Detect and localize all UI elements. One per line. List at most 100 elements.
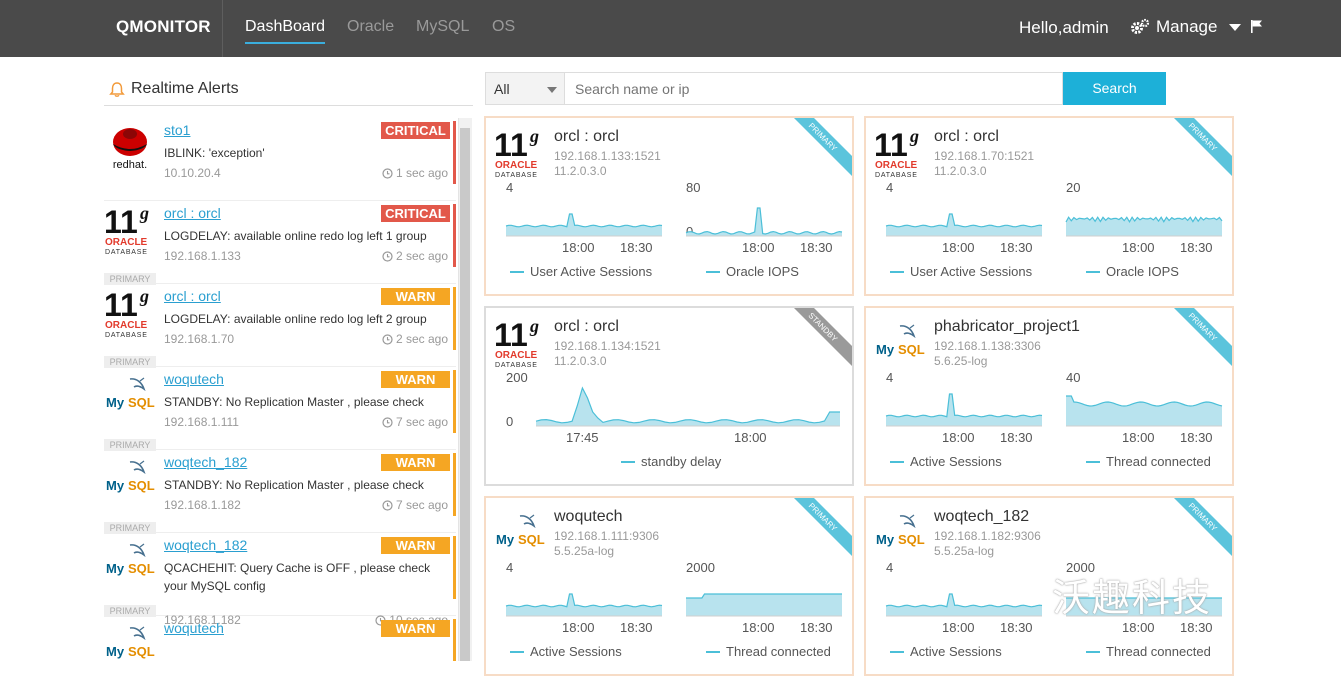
instance-card[interactable]: 11 g ORACLE DATABASE orcl : orcl 192.168… <box>484 116 854 296</box>
redhat-logo: redhat. <box>113 128 147 171</box>
alert-time: 7 sec ago <box>382 415 448 429</box>
alert-item[interactable]: 11 g ORACLE DATABASE PRIMARY orcl : orcl… <box>104 201 456 285</box>
alert-text: available online redo log left 2 group <box>230 312 427 326</box>
svg-text:SQL: SQL <box>518 532 545 547</box>
x-axis-tick: 18:00 <box>562 240 595 255</box>
alert-instance-link[interactable]: woqtech_182 <box>164 537 247 553</box>
alert-time-text: 2 sec ago <box>395 332 448 346</box>
y-axis-max: 2000 <box>686 560 715 575</box>
legend-swatch <box>510 270 524 273</box>
alert-ip: 10.10.20.4 <box>164 166 221 180</box>
mysql-logo: My SQL <box>106 626 155 659</box>
svg-text:ORACLE: ORACLE <box>105 237 148 248</box>
y-axis-max: 40 <box>1066 370 1081 385</box>
chart-legend: User Active Sessions <box>510 264 652 279</box>
x-axis-tick: 17:45 <box>566 430 599 445</box>
search-input[interactable] <box>565 72 1063 105</box>
series-line <box>885 213 1043 228</box>
severity-bar <box>453 370 456 433</box>
alert-instance-link[interactable]: woqutech <box>164 371 224 387</box>
svg-text:SQL: SQL <box>128 478 155 493</box>
alert-item[interactable]: My SQL PRIMARY woqtech_182 WARN QCACHEHI… <box>104 533 456 627</box>
role-ribbon: PRIMARY <box>794 118 852 176</box>
alert-code: STANDBY: <box>164 395 223 409</box>
user-greeting: Hello,admin <box>1019 18 1109 37</box>
tab-mysql[interactable]: MySQL <box>416 18 469 36</box>
ribbon-label: PRIMARY <box>807 501 840 534</box>
alert-logo: redhat. <box>104 120 156 184</box>
metric-chart[interactable]: 4 0 18:0018:30Active Sessions <box>876 370 1043 480</box>
legend-label: User Active Sessions <box>910 264 1033 279</box>
clock-icon <box>382 250 393 262</box>
severity-badge: CRITICAL <box>381 205 450 222</box>
metric-chart[interactable]: 4 0 18:0018:30User Active Sessions <box>876 180 1043 290</box>
clock-icon <box>382 499 393 511</box>
alert-item[interactable]: 11 g ORACLE DATABASE PRIMARY orcl : orcl… <box>104 284 456 368</box>
chevron-down-icon <box>1229 23 1242 31</box>
metric-chart[interactable]: 4 0 18:0018:30Active Sessions <box>876 560 1043 670</box>
legend-swatch <box>510 650 524 653</box>
series-line <box>885 593 1043 608</box>
ribbon-label: PRIMARY <box>1187 501 1220 534</box>
metric-chart[interactable]: 40 0 18:0018:30Thread connected <box>1056 370 1223 480</box>
ribbon-band <box>1174 308 1232 366</box>
alert-message: LOGDELAY: available online redo log left… <box>164 310 439 328</box>
svg-text:SQL: SQL <box>128 395 155 410</box>
alert-item[interactable]: My SQL woqutech WARN <box>104 616 456 661</box>
metric-chart[interactable]: 2000 0 18:0018:30Thread connected <box>676 560 842 670</box>
svg-text:ORACLE: ORACLE <box>495 350 538 361</box>
role-ribbon: PRIMARY <box>794 498 852 556</box>
tab-dashboard[interactable]: DashBoard <box>245 18 325 36</box>
svg-text:DATABASE: DATABASE <box>875 172 918 178</box>
metric-chart[interactable]: 200 0 17:4518:0018:15standby delay <box>496 370 840 480</box>
alert-item[interactable]: My SQL PRIMARY woqutech WARN STANDBY: No… <box>104 367 456 451</box>
alert-ip: 192.168.1.133 <box>164 249 241 263</box>
tab-oracle[interactable]: Oracle <box>347 18 394 36</box>
ribbon-band <box>794 308 852 366</box>
scrollbar-thumb[interactable] <box>460 128 470 661</box>
alert-item[interactable]: redhat. sto1 CRITICAL IBLINK: 'exception… <box>104 118 456 201</box>
search-button[interactable]: Search <box>1063 72 1166 105</box>
alert-code: IBLINK: <box>164 146 206 160</box>
alert-time: 2 sec ago <box>382 249 448 263</box>
alert-time: 7 sec ago <box>382 498 448 512</box>
sparkline <box>685 207 843 237</box>
metric-chart[interactable]: 4 0 18:0018:30User Active Sessions <box>496 180 663 290</box>
alert-text: available online redo log left 1 group <box>230 229 427 243</box>
alert-ip: 192.168.1.111 <box>164 415 239 429</box>
alert-item[interactable]: My SQL PRIMARY woqtech_182 WARN STANDBY:… <box>104 450 456 534</box>
brand-logo[interactable]: QMONITOR <box>116 17 211 37</box>
type-filter-select[interactable]: All <box>485 72 565 105</box>
manage-menu[interactable]: Manage <box>1130 17 1242 37</box>
y-axis-min: 0 <box>506 414 514 429</box>
metric-chart[interactable]: 4 0 18:0018:30Active Sessions <box>496 560 663 670</box>
instance-address: 192.168.1.70:1521 <box>934 149 1035 163</box>
instance-card[interactable]: 11 g ORACLE DATABASE orcl : orcl 192.168… <box>864 116 1234 296</box>
instance-card[interactable]: My SQL woqutech 192.168.1.111:9306 5.5.2… <box>484 496 854 676</box>
instance-address: 192.168.1.133:1521 <box>554 149 661 163</box>
severity-bar <box>453 287 456 350</box>
alert-instance-link[interactable]: sto1 <box>164 122 190 138</box>
chart-legend: Thread connected <box>1086 454 1211 469</box>
role-ribbon: STANDBY <box>794 308 852 366</box>
metric-chart[interactable]: 80 0 18:00 18:30 Oracle IOPS <box>676 180 843 290</box>
chart-legend: User Active Sessions <box>890 264 1032 279</box>
alert-text: 'exception' <box>205 146 265 160</box>
alert-instance-link[interactable]: woqtech_182 <box>164 454 247 470</box>
tab-os[interactable]: OS <box>492 18 515 36</box>
flag-icon[interactable] <box>1250 19 1264 33</box>
alert-instance-link[interactable]: orcl : orcl <box>164 205 221 221</box>
y-axis-max: 4 <box>506 180 514 195</box>
instance-card[interactable]: 11 g ORACLE DATABASE orcl : orcl 192.168… <box>484 306 854 486</box>
svg-text:My: My <box>496 532 515 547</box>
svg-text:My: My <box>106 395 125 410</box>
instance-version: 5.6.25-log <box>934 354 988 368</box>
alert-instance-link[interactable]: woqutech <box>164 620 224 636</box>
instance-address: 192.168.1.134:1521 <box>554 339 661 353</box>
svg-text:DATABASE: DATABASE <box>495 172 538 178</box>
alert-instance-link[interactable]: orcl : orcl <box>164 288 221 304</box>
instance-card[interactable]: My SQL phabricator_project1 192.168.1.13… <box>864 306 1234 486</box>
metric-chart[interactable]: 20 0 18:0018:30Oracle IOPS <box>1056 180 1223 290</box>
alert-code: LOGDELAY: <box>164 229 231 243</box>
severity-badge: WARN <box>381 537 450 554</box>
